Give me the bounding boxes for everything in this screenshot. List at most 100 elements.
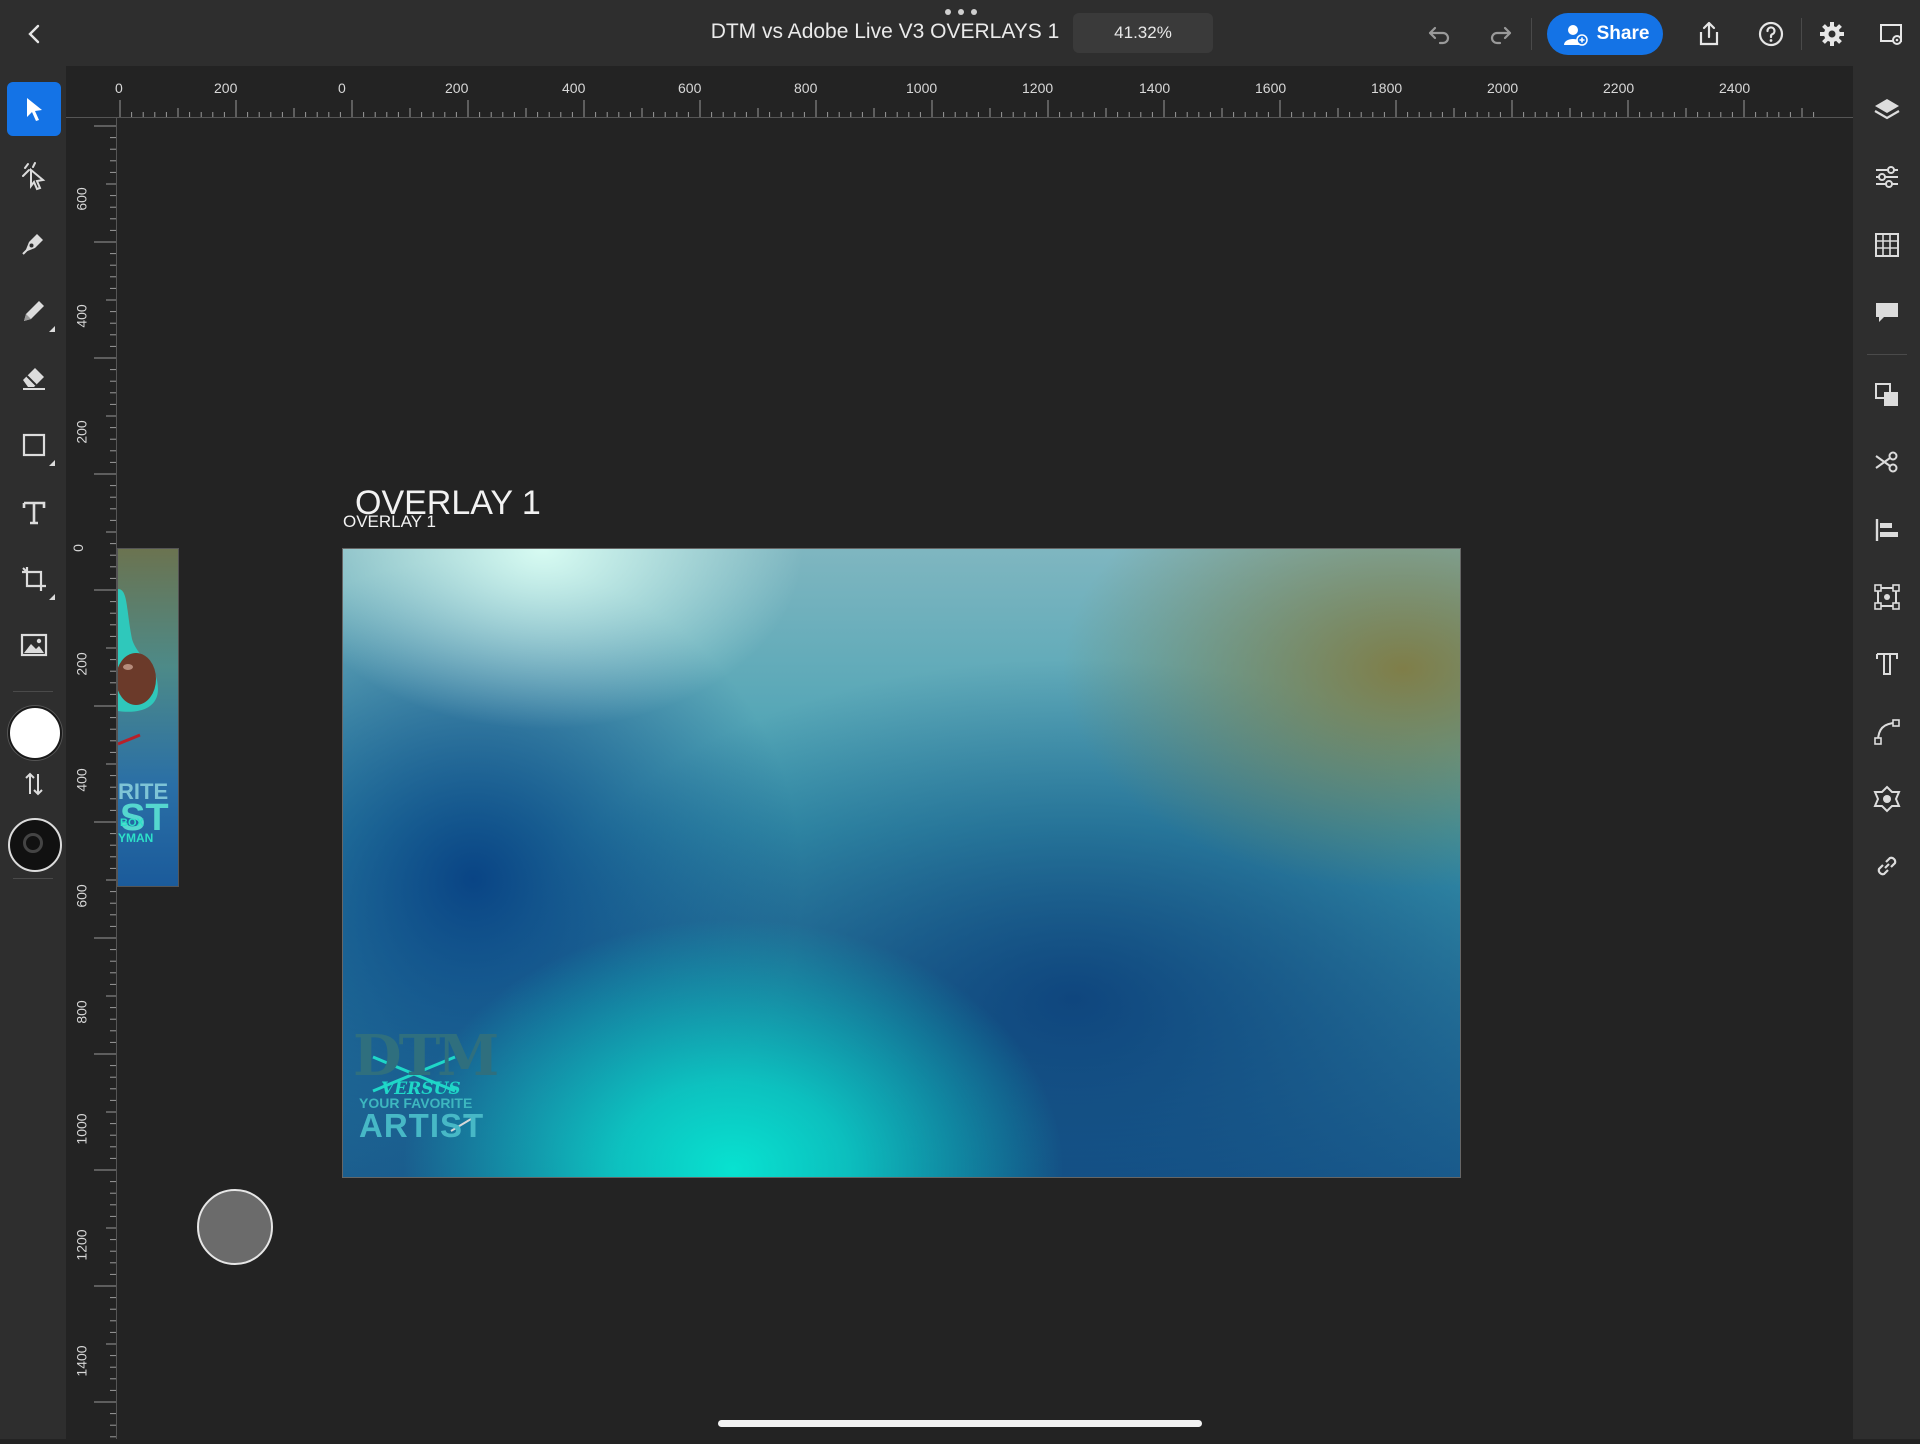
back-icon — [28, 24, 40, 44]
artboard-overlay-1[interactable]: DTM VERSUS YOUR FAVORITE ARTIST — [342, 548, 1461, 1178]
divider — [1531, 18, 1532, 50]
ruler-label: 600 — [73, 187, 90, 211]
toolbar-divider — [13, 878, 53, 879]
export-icon — [1699, 21, 1719, 46]
preview-icon — [1880, 24, 1902, 45]
stroke-ring — [23, 833, 43, 853]
ruler-label: 400 — [73, 304, 90, 328]
align-panel-button[interactable] — [1863, 506, 1911, 554]
ruler-label: 200 — [445, 80, 469, 96]
comments-panel-button[interactable] — [1863, 288, 1911, 336]
links-panel-button[interactable] — [1863, 842, 1911, 890]
pointer-icon — [27, 98, 42, 121]
ruler-label: 800 — [73, 1000, 90, 1024]
home-indicator[interactable] — [718, 1420, 1202, 1427]
grid-panel-button[interactable] — [1863, 221, 1911, 269]
pencil-icon — [24, 301, 44, 321]
select-tool[interactable] — [7, 82, 61, 136]
place-image-tool[interactable] — [7, 618, 61, 672]
export-button[interactable] — [1689, 14, 1729, 54]
ruler-label: 2000 — [1487, 80, 1519, 96]
ruler-label: 1000 — [73, 1113, 90, 1145]
pattern-icon — [1873, 785, 1901, 813]
ruler-label: 1000 — [906, 80, 938, 96]
right-toolbar — [1853, 66, 1920, 1439]
ruler-label: 0 — [338, 80, 346, 96]
help-icon — [1758, 21, 1784, 47]
redo-icon — [1490, 26, 1512, 45]
layers-panel-button[interactable] — [1863, 86, 1911, 134]
left-toolbar — [0, 66, 66, 1439]
ruler-label: 1600 — [1255, 80, 1287, 96]
pattern-panel-button[interactable] — [1863, 775, 1911, 823]
submenu-indicator — [49, 326, 55, 332]
undo-button[interactable] — [1419, 14, 1459, 54]
toolbar-divider — [13, 691, 53, 692]
sliders-icon — [1876, 166, 1898, 188]
share-label: Share — [1596, 23, 1650, 44]
logo-artist-text: ARTIST — [359, 1107, 485, 1144]
divider — [1801, 18, 1802, 50]
type-icon — [22, 501, 46, 525]
horizontal-ruler[interactable]: 0 200 0 200 400 600 800 1000 1200 1400 1… — [66, 66, 1853, 118]
horizontal-ruler-ticks — [66, 100, 1853, 118]
arrange-panel-button[interactable] — [1863, 371, 1911, 419]
ruler-label: 800 — [794, 80, 818, 96]
share-button[interactable]: Share — [1547, 13, 1663, 55]
side-artboard-text: BOX — [120, 817, 144, 829]
dtm-logo[interactable]: DTM VERSUS YOUR FAVORITE ARTIST — [351, 1019, 499, 1159]
properties-panel-button[interactable] — [1863, 153, 1911, 201]
direct-select-icon — [22, 162, 46, 191]
transform-icon — [1874, 584, 1900, 610]
submenu-indicator — [49, 594, 55, 600]
eraser-tool[interactable] — [7, 350, 61, 404]
swap-icon — [25, 772, 43, 796]
eraser-icon — [23, 368, 45, 390]
vertical-ruler[interactable]: 600 400 200 0 200 400 600 800 1000 1200 … — [66, 118, 120, 1439]
touch-modifier-tool[interactable] — [7, 150, 61, 204]
settings-button[interactable] — [1812, 14, 1852, 54]
document-title[interactable]: DTM vs Adobe Live V3 OVERLAYS 1 — [700, 20, 1070, 44]
side-artboard-text: YMAN — [118, 831, 154, 845]
toolbar-divider — [1867, 354, 1907, 355]
help-button[interactable] — [1751, 14, 1791, 54]
ruler-label: 0 — [69, 544, 86, 552]
back-button[interactable] — [14, 14, 54, 54]
ruler-label: 2200 — [1603, 80, 1635, 96]
pencil-tool[interactable] — [7, 284, 61, 338]
preview-button[interactable] — [1871, 14, 1911, 54]
transform-panel-button[interactable] — [1863, 573, 1911, 621]
ruler-label: 200 — [73, 420, 90, 444]
crop-icon — [22, 567, 46, 591]
pen-tool[interactable] — [7, 216, 61, 270]
comment-icon — [1876, 303, 1898, 322]
side-artboard[interactable]: RITE ST BOX YMAN — [117, 548, 179, 887]
redo-button[interactable] — [1481, 14, 1521, 54]
grid-icon — [1875, 233, 1899, 257]
zoom-level[interactable]: 41.32% — [1073, 13, 1213, 53]
ruler-label: 600 — [678, 80, 702, 96]
shape-tool[interactable] — [7, 418, 61, 472]
top-bar: DTM vs Adobe Live V3 OVERLAYS 1 41.32% S… — [0, 0, 1920, 66]
path-icon — [1874, 719, 1900, 745]
crop-tool[interactable] — [7, 552, 61, 606]
type-properties-icon — [1876, 653, 1898, 675]
touch-shortcut-button[interactable] — [197, 1189, 273, 1265]
cut-button[interactable] — [1863, 438, 1911, 486]
share-user-icon — [1563, 25, 1588, 46]
ruler-label: 1200 — [1022, 80, 1054, 96]
ruler-label: 1200 — [73, 1229, 90, 1261]
ruler-label: 600 — [73, 884, 90, 908]
fill-color-swatch[interactable] — [8, 706, 62, 760]
swap-colors-button[interactable] — [7, 764, 61, 804]
path-panel-button[interactable] — [1863, 708, 1911, 756]
ruler-label: 0 — [115, 80, 123, 96]
ruler-label: 200 — [214, 80, 238, 96]
arrange-icon — [1875, 383, 1898, 406]
type-tool[interactable] — [7, 486, 61, 540]
type-properties-button[interactable] — [1863, 640, 1911, 688]
ruler-label: 400 — [73, 768, 90, 792]
stroke-color-swatch[interactable] — [8, 818, 62, 872]
more-icon[interactable] — [945, 9, 977, 17]
artboard-name-label[interactable]: OVERLAY 1 — [343, 512, 436, 532]
